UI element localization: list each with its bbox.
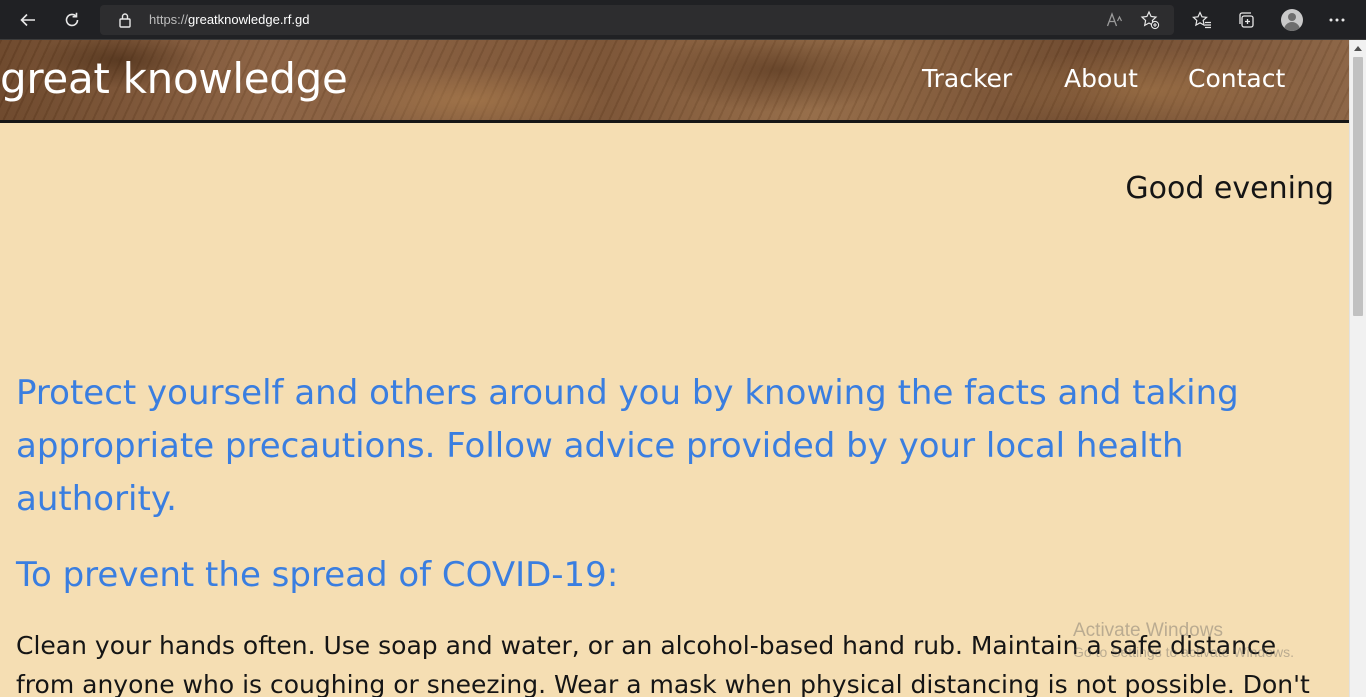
profile-avatar-icon[interactable]: [1277, 5, 1307, 35]
site-brand[interactable]: great knowledge: [0, 54, 348, 103]
collections-icon[interactable]: [1231, 5, 1261, 35]
activate-windows-watermark: Activate Windows Go to Settings to activ…: [1073, 620, 1294, 660]
scroll-up-arrow-icon[interactable]: [1354, 46, 1362, 51]
prevention-heading: To prevent the spread of COVID-19:: [16, 555, 619, 595]
add-favorite-icon[interactable]: [1140, 10, 1160, 34]
nav-tracker-link[interactable]: Tracker: [922, 64, 1012, 93]
browser-toolbar: https://greatknowledge.rf.gd: [0, 0, 1366, 40]
page-scrollbar[interactable]: [1349, 40, 1366, 697]
read-aloud-icon[interactable]: [1106, 11, 1124, 33]
scrollbar-thumb[interactable]: [1353, 57, 1363, 316]
nav-about-link[interactable]: About: [1064, 64, 1138, 93]
site-header: great knowledge Tracker About Contact: [0, 40, 1349, 123]
more-menu-icon[interactable]: [1322, 5, 1352, 35]
lock-icon[interactable]: [118, 12, 132, 32]
address-bar[interactable]: https://greatknowledge.rf.gd: [100, 5, 1174, 35]
watermark-subtitle: Go to Settings to activate Windows.: [1073, 644, 1294, 660]
watermark-title: Activate Windows: [1073, 620, 1223, 641]
nav-contact-link[interactable]: Contact: [1188, 64, 1285, 93]
favorites-icon[interactable]: [1187, 5, 1217, 35]
intro-paragraph: Protect yourself and others around you b…: [16, 373, 1239, 519]
url-text: https://greatknowledge.rf.gd: [149, 12, 310, 27]
refresh-icon[interactable]: [57, 5, 87, 35]
back-arrow-icon[interactable]: [13, 5, 43, 35]
greeting-text: Good evening: [1125, 171, 1334, 206]
